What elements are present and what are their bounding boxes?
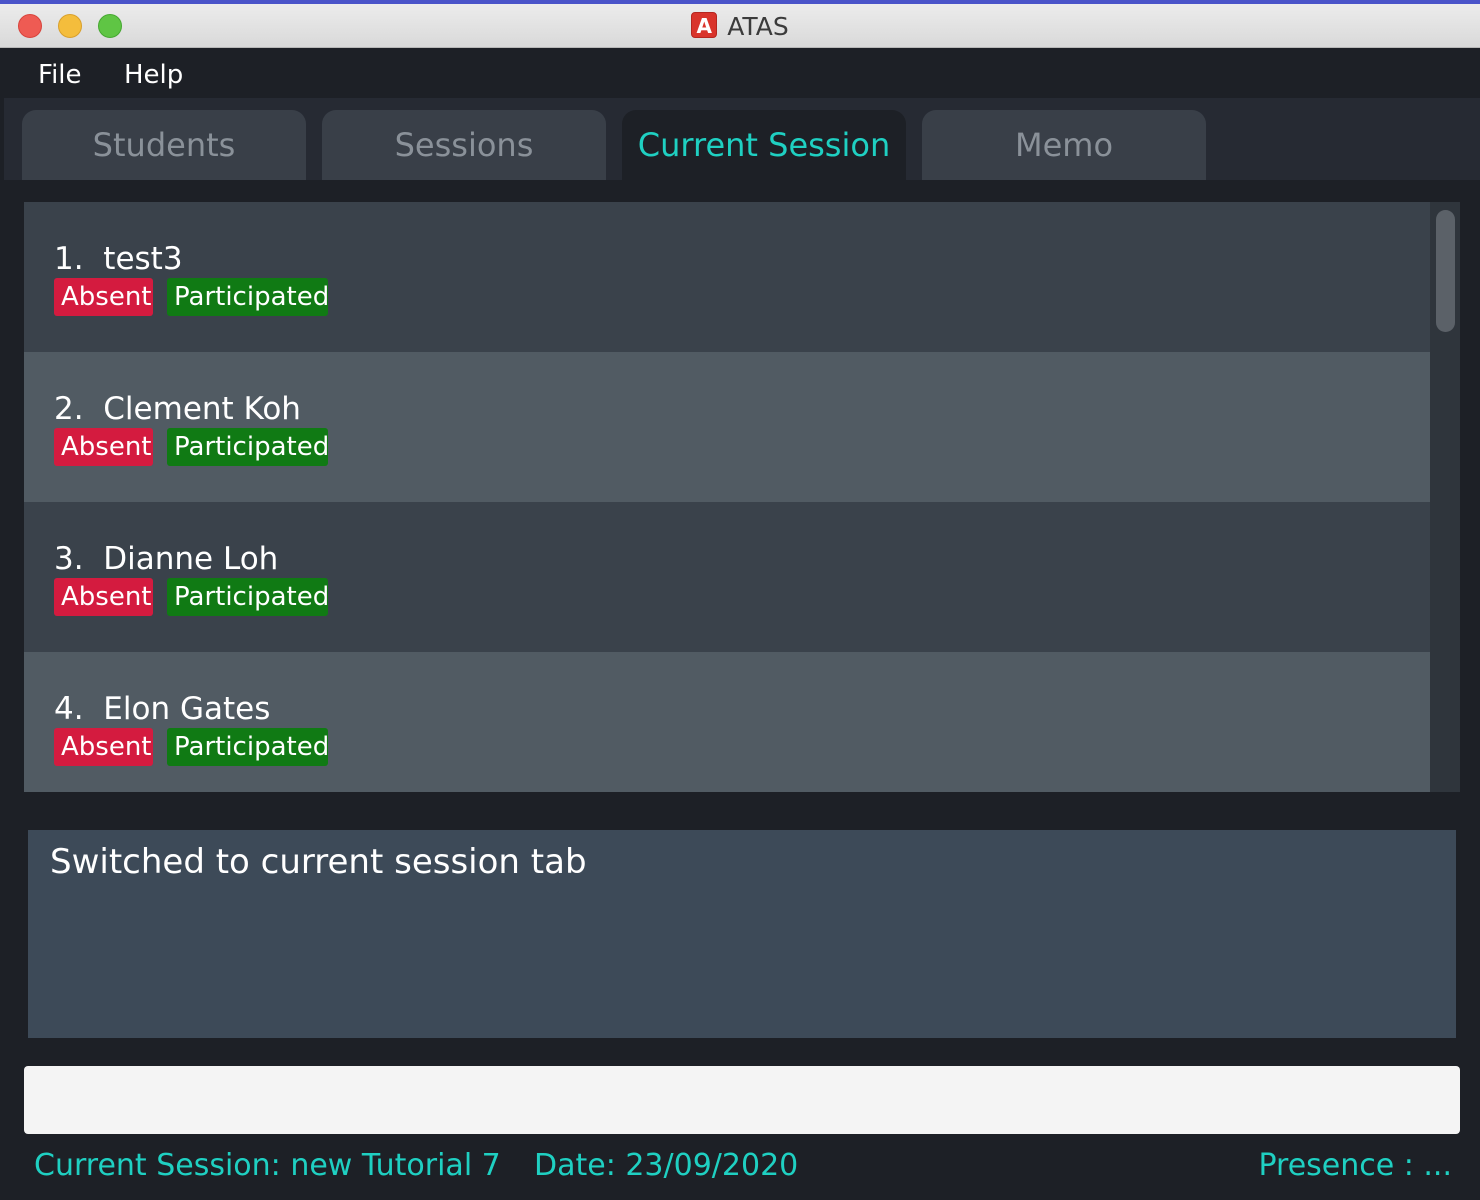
window-title-group: A ATAS	[0, 12, 1480, 42]
list-item[interactable]: 4. Elon Gates Absent Participated	[24, 652, 1430, 792]
list-item[interactable]: 3. Dianne Loh Absent Participated	[24, 502, 1430, 652]
student-name: 3. Dianne Loh	[54, 541, 279, 577]
absent-tag: Absent	[54, 578, 153, 616]
student-name: 4. Elon Gates	[54, 691, 271, 727]
menu-bar: File Help	[4, 48, 1480, 98]
presence-status: Presence : ...	[1258, 1148, 1452, 1183]
list-item[interactable]: 1. test3 Absent Participated	[24, 202, 1430, 352]
student-name: 1. test3	[54, 241, 183, 277]
tab-sessions[interactable]: Sessions	[322, 110, 606, 180]
participated-tag: Participated	[167, 278, 329, 316]
absent-tag: Absent	[54, 428, 153, 466]
absent-tag: Absent	[54, 278, 153, 316]
current-session-status: Current Session: new Tutorial 7	[34, 1148, 501, 1183]
menu-help[interactable]: Help	[124, 60, 183, 90]
tab-bar: Students Sessions Current Session Memo	[4, 98, 1480, 180]
app-window: A ATAS File Help Students Sessions Curren…	[0, 0, 1480, 1200]
tab-current-session[interactable]: Current Session	[622, 110, 906, 180]
title-bar: A ATAS	[0, 0, 1480, 48]
absent-tag: Absent	[54, 728, 153, 766]
command-input[interactable]	[24, 1066, 1460, 1134]
menu-file[interactable]: File	[38, 60, 82, 90]
result-message: Switched to current session tab	[50, 842, 587, 882]
app-logo-icon: A	[691, 12, 718, 38]
result-display: Switched to current session tab	[28, 830, 1456, 1038]
attendance-list[interactable]: 1. test3 Absent Participated 2. Clement …	[24, 202, 1460, 792]
window-title: ATAS	[727, 12, 789, 41]
list-scrollbar[interactable]	[1430, 202, 1460, 792]
list-scrollbar-thumb[interactable]	[1436, 210, 1455, 332]
participated-tag: Participated	[167, 428, 329, 466]
session-date-status: Date: 23/09/2020	[534, 1148, 799, 1183]
participated-tag: Participated	[167, 728, 329, 766]
tab-memo[interactable]: Memo	[922, 110, 1206, 180]
list-item[interactable]: 2. Clement Koh Absent Participated	[24, 352, 1430, 502]
student-name: 2. Clement Koh	[54, 391, 301, 427]
tab-students[interactable]: Students	[22, 110, 306, 180]
participated-tag: Participated	[167, 578, 329, 616]
